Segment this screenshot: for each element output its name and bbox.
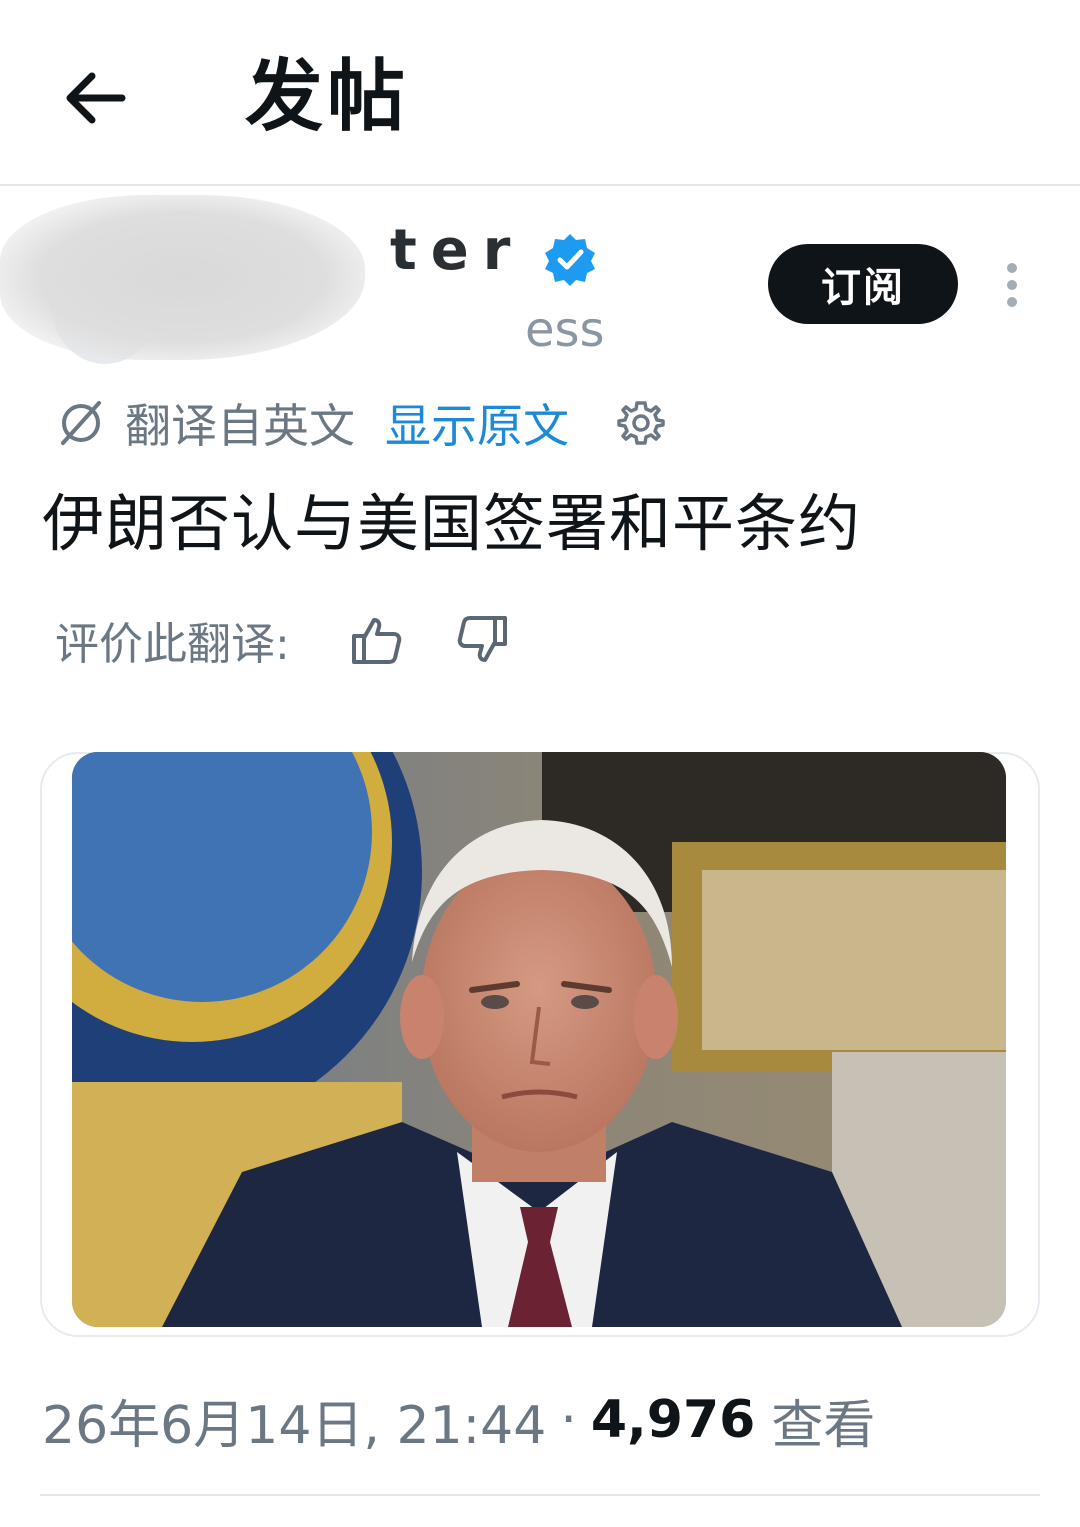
author-handle: ess [525, 302, 605, 358]
more-vertical-icon [1007, 263, 1017, 273]
arrow-left-icon [66, 72, 126, 124]
author-name[interactable]: ter [390, 216, 524, 286]
verified-badge-icon [545, 234, 595, 286]
subscribe-button[interactable]: 订阅 [768, 244, 958, 324]
divider [40, 1494, 1040, 1496]
thumb-down-icon[interactable] [457, 614, 509, 666]
rate-translation-label: 评价此翻译: [55, 619, 290, 670]
views-count: 4,976 [590, 1390, 756, 1450]
show-original-link[interactable]: 显示原文 [385, 390, 569, 456]
portrait-image [72, 752, 1006, 1327]
views-label: 查看 [771, 1395, 876, 1456]
rate-translation-row: 评价此翻译: [55, 605, 564, 675]
translate-icon [61, 401, 101, 445]
translation-row: 翻译自英文 显示原文 [55, 388, 665, 458]
tweet-photo[interactable] [72, 752, 1006, 1327]
page-title: 发帖 [245, 52, 410, 142]
meta-separator: · [560, 1390, 577, 1450]
back-button[interactable] [55, 58, 135, 138]
timestamp[interactable]: 26年6月14日, 21:44 [42, 1383, 546, 1458]
tweet-meta: 26年6月14日, 21:44 · 4,976 查看 [42, 1383, 876, 1458]
tweet-text: 伊朗否认与美国签署和平条约 [42, 487, 862, 560]
gear-icon[interactable] [617, 399, 665, 447]
more-options-button[interactable] [992, 255, 1032, 315]
translated-from-label: 翻译自英文 [125, 399, 355, 453]
top-bar: 发帖 [0, 0, 1080, 186]
blurred-author-area [0, 195, 365, 360]
thumb-up-icon[interactable] [350, 614, 402, 666]
